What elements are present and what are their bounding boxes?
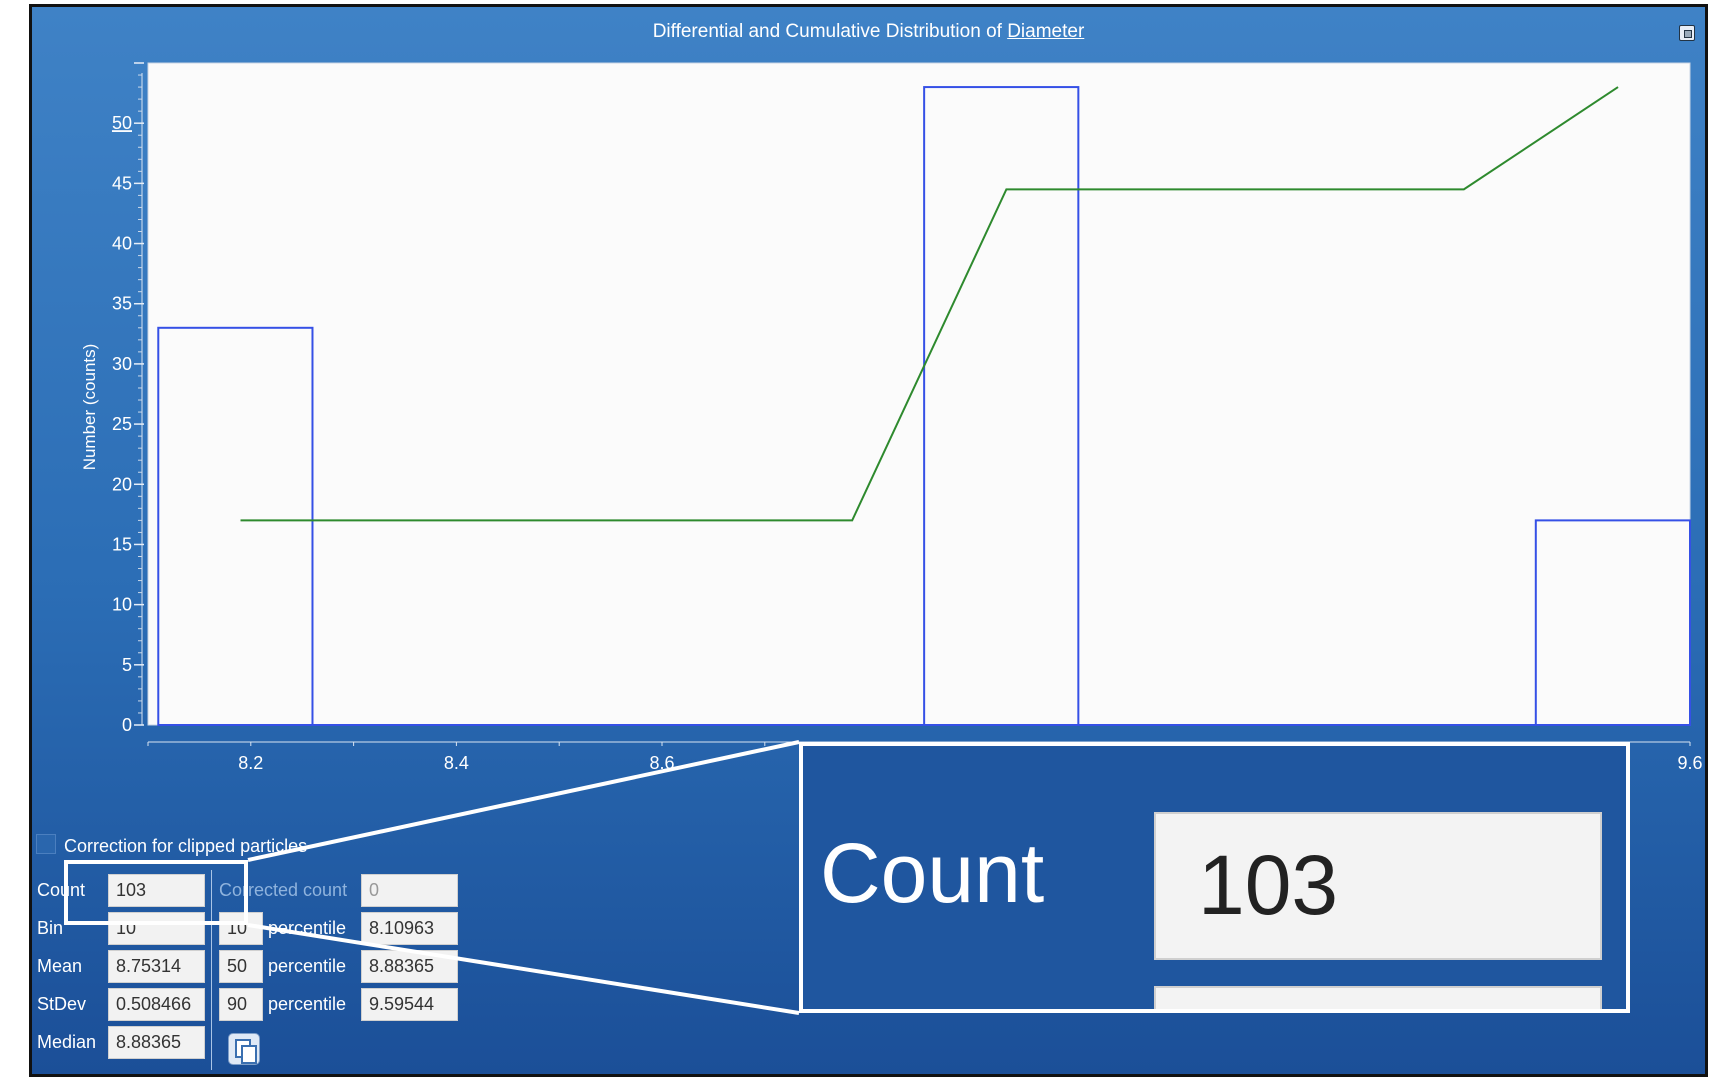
y-tick-label: 0 [122, 715, 132, 735]
plot-area [147, 62, 1691, 726]
zoom-callout-panel: Count 103 [799, 742, 1630, 1013]
y-tick-label: 45 [112, 173, 132, 193]
y-tick-label: 15 [112, 534, 132, 554]
y-tick-label: 5 [122, 655, 132, 675]
percentile-1-label: percentile [268, 918, 347, 938]
percentile-3-value: 9.59544 [361, 988, 458, 1021]
copy-icon[interactable] [228, 1033, 260, 1065]
y-tick-label: 35 [112, 294, 132, 314]
correction-label[interactable]: Correction for clipped particles [64, 836, 307, 857]
x-tick-label: 9.6 [1677, 753, 1702, 773]
zoom-count-label: Count [820, 826, 1045, 920]
y-tick-label: 40 [112, 234, 132, 254]
x-tick-label: 8.6 [649, 753, 674, 773]
mean-field[interactable]: 8.75314 [108, 950, 205, 983]
x-tick-label: 8.4 [444, 753, 469, 773]
correction-checkbox-icon[interactable] [36, 834, 56, 854]
stdev-field[interactable]: 0.508466 [108, 988, 205, 1021]
stdev-label: StDev [37, 994, 87, 1014]
percentile-1-value: 8.10963 [361, 912, 458, 945]
mean-label: Mean [37, 956, 83, 976]
percentile-3-field[interactable]: 90 [219, 988, 263, 1021]
zoom-source-highlight [64, 860, 248, 925]
zoom-count-field: 103 [1154, 812, 1602, 960]
y-tick-label: 30 [112, 354, 132, 374]
percentile-2-value: 8.88365 [361, 950, 458, 983]
bin-label: Bin [37, 918, 64, 938]
median-field[interactable]: 8.88365 [108, 1026, 205, 1059]
corrected-count-field: 0 [361, 874, 458, 907]
percentile-2-label: percentile [268, 956, 347, 976]
y-tick-label: 10 [112, 595, 132, 615]
x-tick-label: 8.2 [238, 753, 263, 773]
y-tick-label: 20 [112, 474, 132, 494]
y-tick-label: 25 [112, 414, 132, 434]
percentile-2-field[interactable]: 50 [219, 950, 263, 983]
zoom-next-field [1154, 986, 1602, 1009]
y-tick-label: 50 [112, 113, 132, 133]
median-label: Median [37, 1032, 97, 1052]
percentile-3-label: percentile [268, 994, 347, 1014]
